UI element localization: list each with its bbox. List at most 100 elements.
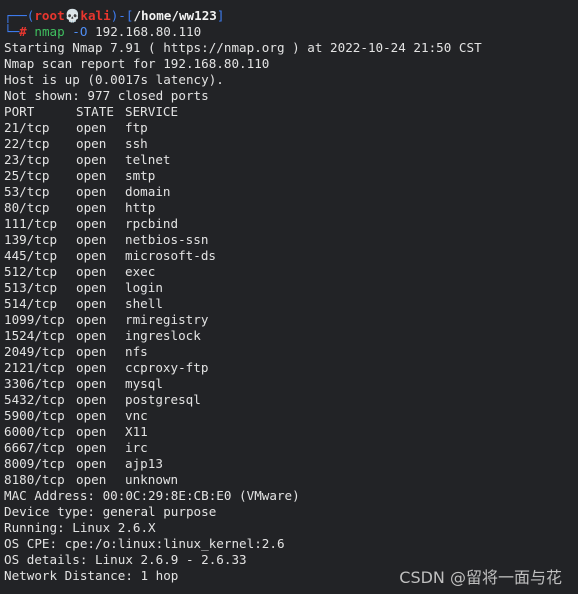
state-cell: open xyxy=(76,328,107,343)
port-cell: 80/tcp xyxy=(4,200,50,215)
state-cell: open xyxy=(76,248,107,263)
state-cell: open xyxy=(76,360,107,375)
service-cell: unknown xyxy=(125,472,179,487)
prompt-host: kali xyxy=(80,8,111,23)
port-row: 1099/tcp open rmiregistry xyxy=(4,312,578,328)
port-row: 53/tcp open domain xyxy=(4,184,578,200)
service-cell: domain xyxy=(125,184,171,199)
state-cell: open xyxy=(76,408,107,423)
service-cell: exec xyxy=(125,264,156,279)
os-details-line: OS details: Linux 2.6.9 - 2.6.33 xyxy=(4,552,247,567)
state-cell: open xyxy=(76,152,107,167)
prompt-path: /home/ww123 xyxy=(133,8,217,23)
port-cell: 25/tcp xyxy=(4,168,50,183)
port-table-header: PORT STATE SERVICE xyxy=(4,104,578,120)
header-state: STATE xyxy=(76,104,114,119)
running-line: Running: Linux 2.6.X xyxy=(4,520,156,535)
report-line: Nmap scan report for 192.168.80.110 xyxy=(4,56,270,71)
state-cell: open xyxy=(76,280,107,295)
port-row: 25/tcp open smtp xyxy=(4,168,578,184)
state-cell: open xyxy=(76,168,107,183)
port-row: 80/tcp open http xyxy=(4,200,578,216)
service-cell: shell xyxy=(125,296,163,311)
service-cell: login xyxy=(125,280,163,295)
state-cell: open xyxy=(76,216,107,231)
port-cell: 22/tcp xyxy=(4,136,50,151)
mac-line: MAC Address: 00:0C:29:8E:CB:E0 (VMware) xyxy=(4,488,300,503)
service-cell: ssh xyxy=(125,136,148,151)
host-up-line: Host is up (0.0017s latency). xyxy=(4,72,224,87)
port-row: 6667/tcp open irc xyxy=(4,440,578,456)
port-row: 139/tcp open netbios-ssn xyxy=(4,232,578,248)
command-name: nmap xyxy=(34,24,65,39)
state-cell: open xyxy=(76,424,107,439)
port-cell: 1099/tcp xyxy=(4,312,65,327)
port-row: 111/tcp open rpcbind xyxy=(4,216,578,232)
service-cell: ccproxy-ftp xyxy=(125,360,209,375)
service-cell: telnet xyxy=(125,152,171,167)
port-cell: 513/tcp xyxy=(4,280,58,295)
terminal-output: ┌──(root💀kali)-[/home/ww123] └─# nmap -O… xyxy=(4,8,578,584)
device-type-line: Device type: general purpose xyxy=(4,504,217,519)
service-cell: netbios-ssn xyxy=(125,232,209,247)
service-cell: X11 xyxy=(125,424,148,439)
port-row: 512/tcp open exec xyxy=(4,264,578,280)
port-cell: 6667/tcp xyxy=(4,440,65,455)
port-cell: 111/tcp xyxy=(4,216,58,231)
port-row: 21/tcp open ftp xyxy=(4,120,578,136)
port-row: 22/tcp open ssh xyxy=(4,136,578,152)
command-target: 192.168.80.110 xyxy=(95,24,202,39)
port-cell: 514/tcp xyxy=(4,296,58,311)
state-cell: open xyxy=(76,344,107,359)
service-cell: vnc xyxy=(125,408,148,423)
port-row: 3306/tcp open mysql xyxy=(4,376,578,392)
port-cell: 5900/tcp xyxy=(4,408,65,423)
header-port: PORT xyxy=(4,104,35,119)
port-row: 8180/tcp open unknown xyxy=(4,472,578,488)
state-cell: open xyxy=(76,440,107,455)
port-row: 1524/tcp open ingreslock xyxy=(4,328,578,344)
state-cell: open xyxy=(76,120,107,135)
service-cell: rpcbind xyxy=(125,216,179,231)
port-row: 8009/tcp open ajp13 xyxy=(4,456,578,472)
service-cell: rmiregistry xyxy=(125,312,209,327)
state-cell: open xyxy=(76,136,107,151)
service-cell: ajp13 xyxy=(125,456,163,471)
terminal-window[interactable]: ┌──(root💀kali)-[/home/ww123] └─# nmap -O… xyxy=(0,0,578,594)
service-cell: http xyxy=(125,200,156,215)
port-row: 2121/tcp open ccproxy-ftp xyxy=(4,360,578,376)
service-cell: mysql xyxy=(125,376,163,391)
state-cell: open xyxy=(76,456,107,471)
state-cell: open xyxy=(76,232,107,247)
prompt-line-2: └─# nmap -O 192.168.80.110 xyxy=(4,24,202,39)
port-cell: 445/tcp xyxy=(4,248,58,263)
csdn-watermark: CSDN @留将一面与花 xyxy=(399,568,562,587)
port-cell: 8180/tcp xyxy=(4,472,65,487)
port-cell: 5432/tcp xyxy=(4,392,65,407)
header-service: SERVICE xyxy=(125,104,179,119)
port-cell: 53/tcp xyxy=(4,184,50,199)
service-cell: nfs xyxy=(125,344,148,359)
state-cell: open xyxy=(76,184,107,199)
port-cell: 1524/tcp xyxy=(4,328,65,343)
os-cpe-line: OS CPE: cpe:/o:linux:linux_kernel:2.6 xyxy=(4,536,285,551)
port-cell: 21/tcp xyxy=(4,120,50,135)
port-row: 514/tcp open shell xyxy=(4,296,578,312)
port-cell: 2049/tcp xyxy=(4,344,65,359)
port-table: 21/tcp open ftp 22/tcp open ssh 23/tcp open teln… xyxy=(4,120,578,488)
port-cell: 139/tcp xyxy=(4,232,58,247)
service-cell: irc xyxy=(125,440,148,455)
service-cell: ftp xyxy=(125,120,148,135)
prompt-user: root xyxy=(34,8,65,23)
state-cell: open xyxy=(76,264,107,279)
service-cell: microsoft-ds xyxy=(125,248,216,263)
port-cell: 3306/tcp xyxy=(4,376,65,391)
service-cell: postgresql xyxy=(125,392,201,407)
port-row: 6000/tcp open X11 xyxy=(4,424,578,440)
start-line: Starting Nmap 7.91 ( https://nmap.org ) … xyxy=(4,40,482,55)
port-row: 445/tcp open microsoft-ds xyxy=(4,248,578,264)
state-cell: open xyxy=(76,472,107,487)
port-cell: 8009/tcp xyxy=(4,456,65,471)
service-cell: ingreslock xyxy=(125,328,201,343)
port-row: 23/tcp open telnet xyxy=(4,152,578,168)
